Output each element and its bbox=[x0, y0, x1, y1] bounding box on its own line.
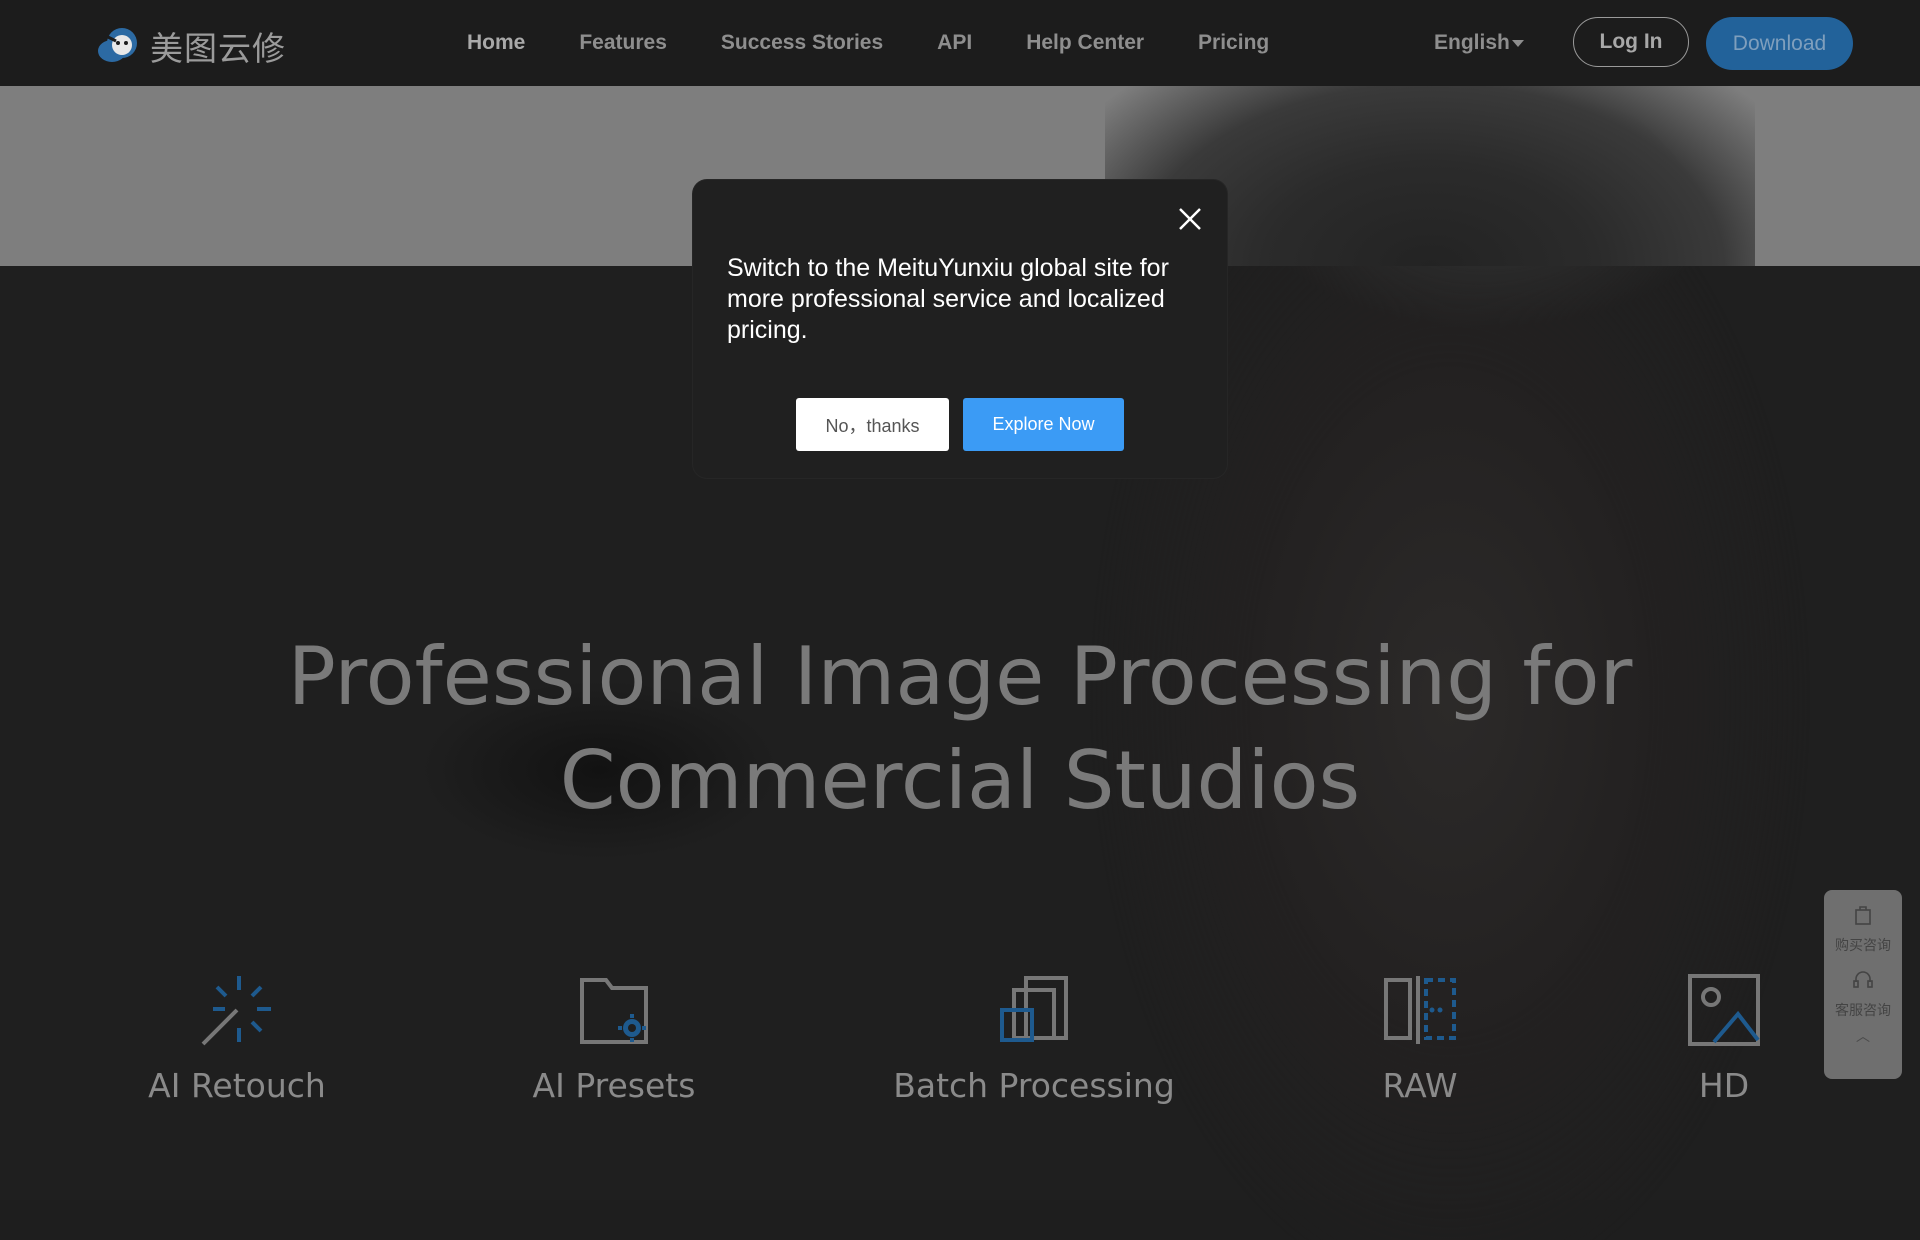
service-consult-label: 客服咨询 bbox=[1835, 1003, 1891, 1019]
nav-pricing[interactable]: Pricing bbox=[1198, 31, 1269, 55]
feature-batch-processing[interactable]: Batch Processing bbox=[884, 968, 1184, 1105]
language-selector[interactable]: English bbox=[1434, 31, 1524, 55]
feature-label: AI Presets bbox=[532, 1066, 696, 1105]
shopping-bag-icon bbox=[1853, 904, 1873, 931]
no-thanks-button[interactable]: No，thanks bbox=[796, 398, 949, 451]
nav-home[interactable]: Home bbox=[467, 31, 525, 55]
feature-raw[interactable]: RAW bbox=[1270, 968, 1570, 1105]
magic-wand-icon bbox=[87, 968, 387, 1052]
explore-now-button[interactable]: Explore Now bbox=[963, 398, 1124, 451]
nav-api[interactable]: API bbox=[937, 31, 972, 55]
dialog-message: Switch to the MeituYunxiu global site fo… bbox=[727, 254, 1169, 344]
side-consult-widget: 购买咨询 客服咨询 ︿ bbox=[1824, 890, 1902, 1079]
stacked-squares-icon bbox=[884, 968, 1184, 1052]
region-switch-dialog: Switch to the MeituYunxiu global site fo… bbox=[693, 180, 1227, 478]
folder-gear-icon bbox=[464, 968, 764, 1052]
language-label: English bbox=[1434, 31, 1510, 54]
feature-ai-retouch[interactable]: AI Retouch bbox=[87, 968, 387, 1105]
logo-text: 美图云修 bbox=[150, 29, 286, 68]
site-header: 美图云修 Home Features Success Stories API H… bbox=[0, 0, 1920, 86]
hero-title: Professional Image Processing for Commer… bbox=[0, 625, 1920, 833]
hero-title-line2: Commercial Studios bbox=[559, 734, 1361, 827]
login-button[interactable]: Log In bbox=[1573, 17, 1689, 67]
caret-down-icon bbox=[1511, 39, 1524, 47]
service-consult-button[interactable]: 客服咨询 bbox=[1835, 969, 1891, 1020]
download-button[interactable]: Download bbox=[1706, 17, 1853, 70]
feature-label: Batch Processing bbox=[893, 1066, 1175, 1105]
logo-cloud-icon bbox=[92, 23, 142, 70]
raw-compare-icon bbox=[1270, 968, 1570, 1052]
nav-success-stories[interactable]: Success Stories bbox=[721, 31, 883, 55]
nav-features[interactable]: Features bbox=[579, 31, 667, 55]
hero-title-line1: Professional Image Processing for bbox=[287, 630, 1633, 723]
purchase-consult-button[interactable]: 购买咨询 bbox=[1835, 904, 1891, 955]
feature-label: AI Retouch bbox=[148, 1066, 326, 1105]
main-nav: Home Features Success Stories API Help C… bbox=[440, 0, 1296, 86]
close-icon[interactable] bbox=[1175, 204, 1205, 234]
purchase-consult-label: 购买咨询 bbox=[1835, 938, 1891, 954]
feature-label: RAW bbox=[1382, 1066, 1458, 1105]
feature-ai-presets[interactable]: AI Presets bbox=[464, 968, 764, 1105]
nav-help-center[interactable]: Help Center bbox=[1026, 31, 1144, 55]
logo[interactable]: 美图云修 bbox=[92, 22, 286, 70]
scroll-top-icon[interactable]: ︿ bbox=[1856, 1026, 1870, 1046]
headset-icon bbox=[1852, 969, 1874, 996]
